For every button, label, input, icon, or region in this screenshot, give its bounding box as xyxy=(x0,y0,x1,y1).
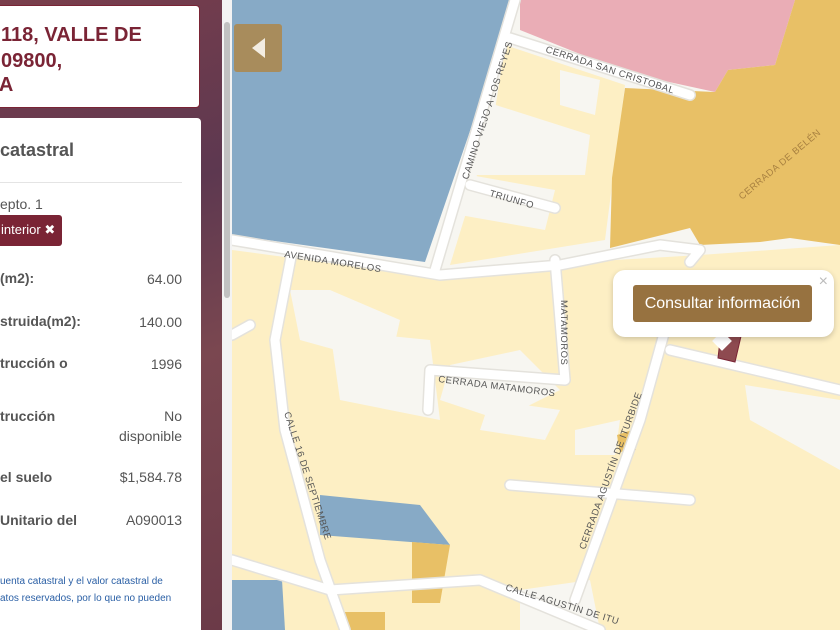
info-subtitle: epto. 1 xyxy=(0,196,43,212)
consult-info-button[interactable]: Consultar información xyxy=(633,285,812,322)
row-value: 140.00 xyxy=(139,314,182,330)
row-value: 64.00 xyxy=(146,271,182,287)
privacy-note-line-1: uenta catastral y el valor catastral de xyxy=(0,576,163,587)
collapse-sidebar-button[interactable] xyxy=(234,24,282,72)
address-line-1: 118, VALLE DE xyxy=(1,24,142,46)
row-value: $1,584.78 xyxy=(119,469,182,485)
row-value: A090013 xyxy=(125,512,182,528)
address-line-3: PA xyxy=(0,74,14,96)
close-icon[interactable]: × xyxy=(819,273,828,291)
sidebar-scroll-thumb[interactable] xyxy=(224,22,230,298)
address-line-2: 09800, xyxy=(1,50,63,72)
divider xyxy=(0,182,182,183)
privacy-note-line-2: atos reservados, por lo que no pueden xyxy=(0,593,172,604)
row-label: Unitario del xyxy=(0,512,78,528)
row-label: trucción xyxy=(0,408,56,424)
row-value: 1996 xyxy=(150,356,182,372)
blue-zone-corner xyxy=(232,580,285,630)
row-value: No disponible xyxy=(118,408,182,444)
gold-lot-bottom xyxy=(345,612,385,630)
row-label: el suelo xyxy=(0,469,53,485)
address-card: 118, VALLE DE 09800, PA xyxy=(0,5,200,108)
row-label: struida(m2): xyxy=(0,313,81,329)
row-label: trucción o xyxy=(0,355,68,371)
cadastral-info-card: catastral epto. 1 interior ✖ (m2): 64.00… xyxy=(0,118,201,630)
street-label: MATAMOROS xyxy=(558,300,569,365)
info-title: catastral xyxy=(0,140,75,160)
interior-filter-chip[interactable]: interior ✖ xyxy=(0,215,62,246)
sidebar: 118, VALLE DE 09800, PA catastral epto. … xyxy=(0,0,232,630)
chevron-left-icon xyxy=(251,38,265,58)
row-label: (m2): xyxy=(0,270,35,286)
map-popup: Consultar información × xyxy=(613,270,834,337)
